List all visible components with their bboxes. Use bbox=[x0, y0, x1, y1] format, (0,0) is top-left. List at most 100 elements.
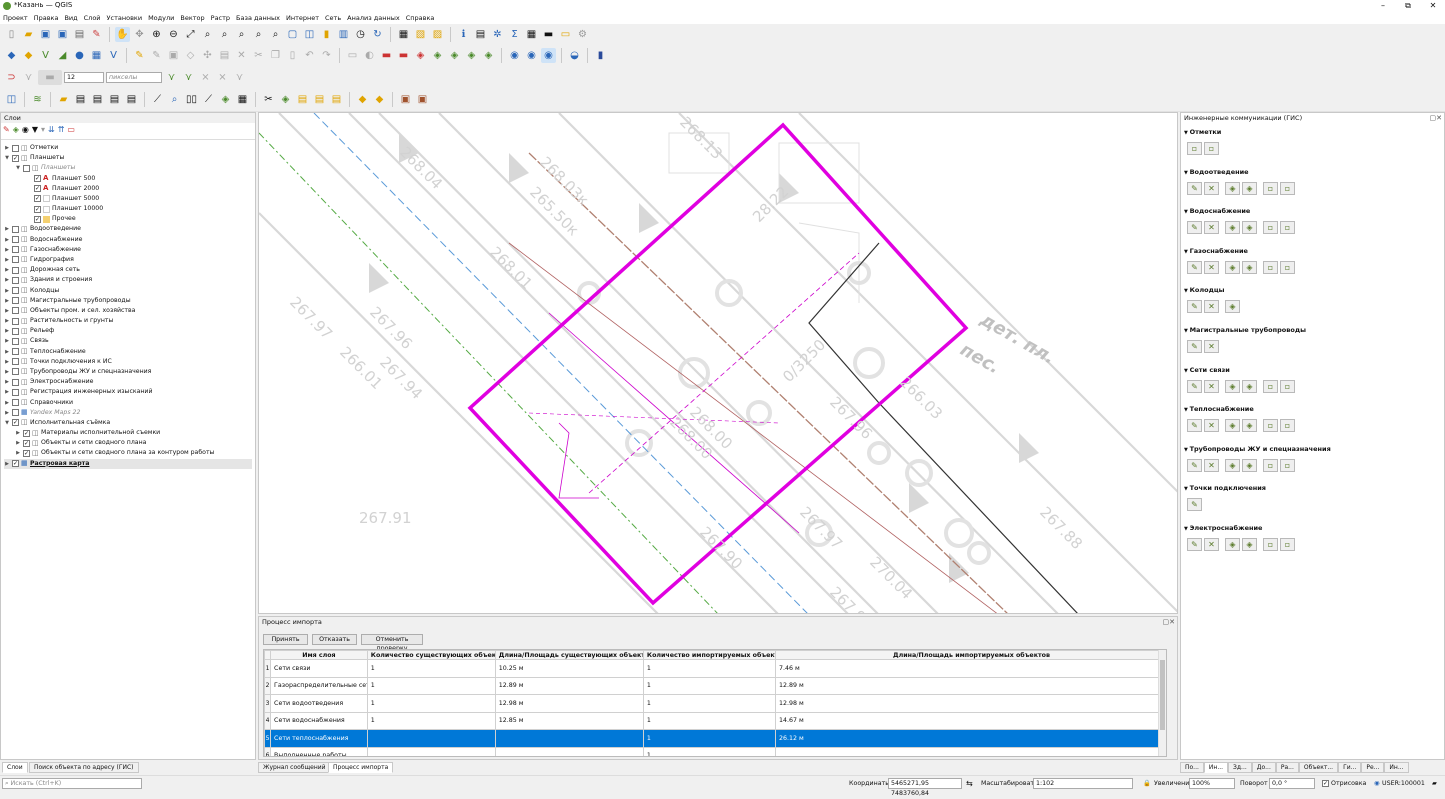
layer-item[interactable]: ✓ A Планшет 2000 bbox=[26, 184, 99, 194]
undo-icon[interactable]: ↶ bbox=[302, 48, 317, 63]
dock-tab[interactable]: Ре... bbox=[1361, 762, 1385, 773]
settings-gear-icon[interactable]: ⚙ bbox=[575, 27, 590, 42]
layer-visibility-checkbox[interactable]: ✓ bbox=[23, 439, 30, 447]
layer-item[interactable]: ✓ A Планшет 500 bbox=[26, 174, 95, 184]
new-3d-view-icon[interactable]: ◫ bbox=[302, 27, 317, 42]
col-exist-length[interactable]: Длина/Площадь существующих объектов bbox=[494, 650, 644, 660]
python-console-icon[interactable]: ◒ bbox=[567, 48, 582, 63]
layer-visibility-checkbox[interactable] bbox=[12, 297, 19, 305]
collapse-arrow-icon[interactable]: ▶ bbox=[4, 224, 10, 234]
layer-item[interactable]: ▶ ◫ Гидрография bbox=[4, 255, 74, 265]
tool-button[interactable]: ▫ bbox=[1263, 458, 1278, 472]
print-layout-icon[interactable]: ▤ bbox=[72, 27, 87, 42]
tool-button[interactable]: ✎ bbox=[1187, 221, 1202, 235]
expand-arrow-icon[interactable]: ▼ bbox=[4, 418, 10, 428]
col-layer-name[interactable]: Имя слоя bbox=[270, 650, 368, 660]
layer-visibility-checkbox[interactable] bbox=[12, 236, 19, 244]
doc-icon[interactable]: ▤ bbox=[90, 92, 105, 107]
tool-button[interactable]: ▫ bbox=[1280, 419, 1295, 433]
cell-exist-count[interactable]: 1 bbox=[366, 694, 496, 713]
layer-visibility-checkbox[interactable] bbox=[12, 368, 19, 376]
dock-tab[interactable]: Ин... bbox=[1203, 762, 1229, 773]
globe-search-icon[interactable]: ◉ bbox=[524, 48, 539, 63]
attribute-table-icon[interactable]: ▤ bbox=[473, 27, 488, 42]
section-header[interactable]: ▼ Точки подключения bbox=[1184, 484, 1266, 492]
layer-item[interactable]: ▶ ◫ Справочники bbox=[4, 398, 73, 408]
section-header[interactable]: ▼ Отметки bbox=[1184, 128, 1221, 136]
layer-item[interactable]: ▶ ◫ Колодцы bbox=[4, 286, 59, 296]
tool-button[interactable]: ✕ bbox=[1204, 181, 1219, 195]
cell-exist-length[interactable] bbox=[494, 746, 644, 756]
globe-active-icon[interactable]: ◉ bbox=[541, 48, 556, 63]
menu-layer[interactable]: Слой bbox=[81, 12, 104, 24]
redo-icon[interactable]: ↷ bbox=[319, 48, 334, 63]
layer-item[interactable]: ▶ ✓ ◫ Материалы исполнительной съемки bbox=[15, 428, 160, 438]
merge-icon[interactable]: ⨯ bbox=[215, 70, 230, 85]
stroke-unit-select[interactable]: пикселы bbox=[106, 72, 162, 83]
layer-item[interactable]: ▶ ✓ ▦ Растровая карта bbox=[4, 458, 252, 469]
processing-settings-icon[interactable]: ✲ bbox=[490, 27, 505, 42]
tool-button[interactable]: ◈ bbox=[1242, 221, 1257, 235]
layer-visibility-checkbox[interactable] bbox=[12, 409, 19, 417]
add-group-icon[interactable]: ◈ bbox=[13, 125, 19, 134]
pin-icon[interactable]: ◈ bbox=[218, 92, 233, 107]
collapse-arrow-icon[interactable]: ▶ bbox=[4, 367, 10, 377]
menu-view[interactable]: Вид bbox=[61, 12, 80, 24]
add-vector-layer-icon[interactable]: V bbox=[38, 48, 53, 63]
tool-button[interactable]: ✎ bbox=[1187, 419, 1202, 433]
tool-button[interactable]: ◈ bbox=[1225, 260, 1240, 274]
zoom-native-icon[interactable]: ⌕ bbox=[234, 27, 249, 42]
menu-database[interactable]: База данных bbox=[233, 12, 283, 24]
layer-visibility-checkbox[interactable] bbox=[12, 399, 19, 406]
menu-project[interactable]: Проект bbox=[0, 12, 31, 24]
collapse-arrow-icon[interactable]: ▶ bbox=[4, 143, 10, 153]
tool-button[interactable]: ✕ bbox=[1204, 340, 1219, 353]
cell-exist-length[interactable]: 12.85 м bbox=[494, 711, 644, 730]
annotation-icon[interactable]: ▭ bbox=[558, 27, 573, 42]
table-row[interactable]: 3 Сети водоотведения 1 12.98 м 1 12.98 м bbox=[264, 694, 1166, 713]
modify-attributes-icon[interactable]: ▤ bbox=[217, 48, 232, 63]
table-row[interactable]: 1 Сети связи 1 10.25 м 1 7.46 м bbox=[264, 659, 1166, 678]
temporal-icon[interactable]: ◷ bbox=[353, 27, 368, 42]
section-header[interactable]: ▼ Газоснабжение bbox=[1184, 247, 1248, 255]
label-tool-icon[interactable]: ▭ bbox=[345, 48, 360, 63]
new-project-icon[interactable]: ▯ bbox=[4, 27, 19, 42]
section-header[interactable]: ▼ Колодцы bbox=[1184, 286, 1225, 294]
list-alt-icon[interactable]: ▤ bbox=[329, 92, 344, 107]
tool-button[interactable]: ▫ bbox=[1263, 379, 1278, 393]
scrollbar-thumb[interactable] bbox=[1160, 660, 1165, 730]
tool-button[interactable]: ✎ bbox=[1187, 538, 1202, 551]
tool-button[interactable]: ✎ bbox=[1187, 340, 1202, 353]
tab-import-process[interactable]: Процесс импорта bbox=[328, 762, 394, 773]
menu-processing[interactable]: Анализ данных bbox=[344, 12, 403, 24]
layer-item[interactable]: ▼ ✓ ◫ Планшеты bbox=[4, 153, 64, 163]
measure-line-icon[interactable]: ⟋ bbox=[150, 92, 165, 107]
add-raster-layer-icon[interactable]: ◢ bbox=[55, 48, 70, 63]
scale-field[interactable]: 1:102 bbox=[1033, 778, 1133, 789]
reject-button[interactable]: Отказать bbox=[312, 634, 357, 645]
note-icon[interactable]: ▤ bbox=[295, 92, 310, 107]
tool-button[interactable]: ◈ bbox=[1225, 458, 1240, 472]
cell-import-count[interactable]: 1 bbox=[642, 746, 776, 756]
cell-import-count[interactable]: 1 bbox=[642, 694, 776, 713]
select-icon[interactable]: ▧ bbox=[413, 27, 428, 42]
crs-globe-icon[interactable]: ◉ bbox=[1374, 778, 1380, 789]
layer-visibility-checkbox[interactable] bbox=[12, 337, 19, 345]
layer-item[interactable]: ✓ Планшет 5000 bbox=[26, 194, 99, 204]
collapse-arrow-icon[interactable]: ▶ bbox=[15, 448, 21, 458]
export-icon[interactable]: ▣ bbox=[415, 92, 430, 107]
collapse-arrow-icon[interactable]: ▶ bbox=[4, 326, 10, 336]
render-checkbox[interactable]: ✓ bbox=[1322, 780, 1329, 787]
tool-button[interactable]: ✕ bbox=[1204, 260, 1219, 274]
tool-button[interactable]: ▫ bbox=[1263, 419, 1278, 433]
layer-item[interactable]: ▶ ◫ Здания и строения bbox=[4, 275, 92, 285]
cell-exist-length[interactable]: 12.98 м bbox=[494, 694, 644, 713]
measure-icon[interactable]: ▬ bbox=[541, 27, 556, 42]
visibility-icon[interactable]: ◉ bbox=[22, 125, 29, 134]
collapse-arrow-icon[interactable]: ▶ bbox=[4, 459, 10, 469]
add-wms-icon[interactable]: ● bbox=[72, 48, 87, 63]
restore-button[interactable]: ⧉ bbox=[1398, 0, 1418, 12]
layer-visibility-checkbox[interactable]: ✓ bbox=[34, 185, 41, 193]
delete-selected-icon[interactable]: ✕ bbox=[234, 48, 249, 63]
collapse-arrow-icon[interactable]: ▶ bbox=[15, 438, 21, 448]
